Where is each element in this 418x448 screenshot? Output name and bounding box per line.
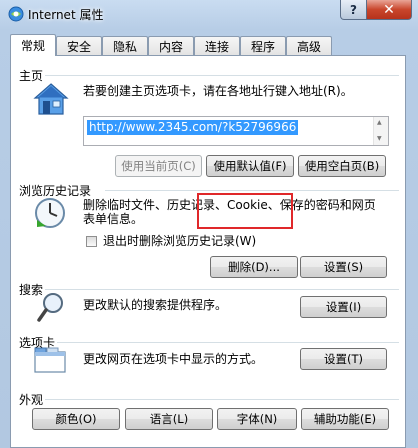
tab-connections[interactable]: 连接 xyxy=(194,36,240,55)
tab-advanced[interactable]: 高级 xyxy=(286,36,332,55)
general-panel: 主页 若要创建主页选项卡，请在各地址行键入地址(R)。 http://www.2… xyxy=(10,55,406,448)
tabs-description: 更改网页在选项卡中显示的方式。 xyxy=(83,352,264,366)
tab-privacy[interactable]: 隐私 xyxy=(102,36,148,55)
scroll-down-icon[interactable]: ▼ xyxy=(377,135,382,142)
search-magnifier-icon xyxy=(37,293,63,322)
delete-on-exit-checkbox[interactable] xyxy=(86,236,97,247)
internet-options-icon xyxy=(8,6,24,22)
use-current-button[interactable]: 使用当前页(C) xyxy=(115,155,202,177)
tabs-window-icon xyxy=(34,347,66,373)
url-scrollbar[interactable]: ▲ ▼ xyxy=(373,117,388,145)
homepage-url-input[interactable]: http://www.2345.com/?k52796966 ▲ ▼ xyxy=(83,116,389,146)
close-button[interactable]: ✕ xyxy=(366,0,412,20)
homepage-description: 若要创建主页选项卡，请在各地址行键入地址(R)。 xyxy=(83,84,353,98)
history-description-line1: 删除临时文件、历史记录、Cookie、保存的密码和网页 xyxy=(83,198,376,212)
search-settings-button[interactable]: 设置(I) xyxy=(300,296,387,318)
home-icon xyxy=(33,83,69,115)
use-default-button[interactable]: 使用默认值(F) xyxy=(206,155,294,177)
divider xyxy=(45,75,399,76)
window-title: Internet 属性 xyxy=(28,8,104,22)
history-description-line2: 表单信息。 xyxy=(83,212,144,226)
appearance-section-title: 外观 xyxy=(19,393,44,407)
tab-content[interactable]: 内容 xyxy=(148,36,194,55)
delete-history-button[interactable]: 删除(D)... xyxy=(210,256,298,278)
tab-general[interactable]: 常规 xyxy=(10,34,56,56)
accessibility-button[interactable]: 辅助功能(E) xyxy=(301,408,389,430)
history-settings-button[interactable]: 设置(S) xyxy=(300,256,387,278)
help-button[interactable]: ? xyxy=(340,0,367,20)
fonts-button[interactable]: 字体(N) xyxy=(217,408,297,430)
divider xyxy=(105,190,399,191)
divider xyxy=(57,342,399,343)
tabs-settings-button[interactable]: 设置(T) xyxy=(300,348,387,370)
divider xyxy=(45,399,399,400)
delete-on-exit-label: 退出时删除浏览历史记录(W) xyxy=(103,234,257,248)
search-description: 更改默认的搜索提供程序。 xyxy=(83,298,228,312)
scroll-up-icon[interactable]: ▲ xyxy=(377,119,382,126)
languages-button[interactable]: 语言(L) xyxy=(125,408,213,430)
tab-programs[interactable]: 程序 xyxy=(240,36,286,55)
history-clock-icon xyxy=(35,198,65,228)
title-bar: Internet 属性 ? ✕ xyxy=(0,0,418,34)
colors-button[interactable]: 颜色(O) xyxy=(32,408,120,430)
use-blank-button[interactable]: 使用空白页(B) xyxy=(298,155,386,177)
homepage-url-text: http://www.2345.com/?k52796966 xyxy=(87,120,299,135)
divider xyxy=(45,289,399,290)
internet-options-window: Internet 属性 ? ✕ 常规 安全 隐私 内容 连接 程序 高级 主页 … xyxy=(0,0,418,448)
tab-security[interactable]: 安全 xyxy=(56,36,102,55)
